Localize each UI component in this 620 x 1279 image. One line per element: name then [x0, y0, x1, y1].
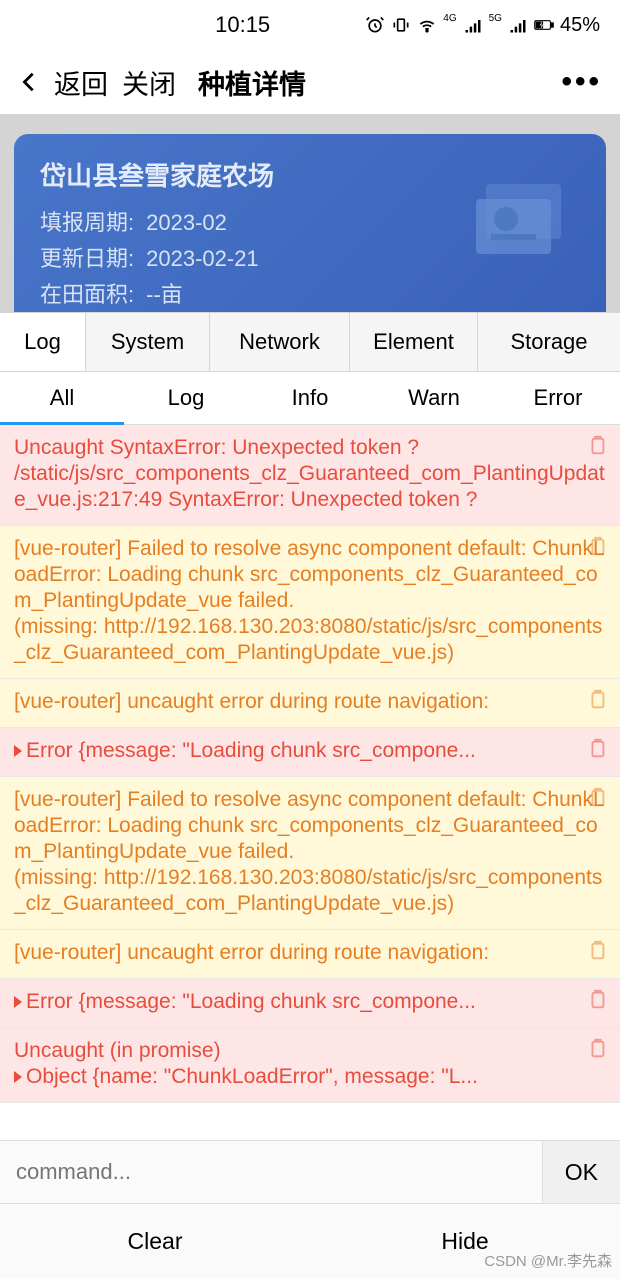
log-list[interactable]: Uncaught SyntaxError: Unexpected token ?… — [0, 425, 620, 1140]
card-illustration-icon — [456, 164, 586, 274]
clipboard-icon[interactable] — [586, 787, 608, 809]
main-tabs: Log System Network Element Storage — [0, 312, 620, 372]
log-entry[interactable]: [vue-router] Failed to resolve async com… — [0, 777, 620, 930]
log-text: [vue-router] Failed to resolve async com… — [14, 788, 605, 915]
log-text: Uncaught (in promise) — [14, 1039, 221, 1062]
log-text: [vue-router] Failed to resolve async com… — [14, 537, 605, 664]
log-entry[interactable]: [vue-router] uncaught error during route… — [0, 679, 620, 728]
log-text: [vue-router] uncaught error during route… — [14, 941, 489, 964]
signal-icon-2 — [508, 15, 528, 35]
status-time: 10:15 — [20, 12, 365, 38]
clear-button[interactable]: Clear — [0, 1204, 310, 1279]
log-text: Object {name: "ChunkLoadError", message:… — [26, 1065, 478, 1088]
log-text: [vue-router] uncaught error during route… — [14, 690, 489, 713]
clipboard-icon[interactable] — [586, 435, 608, 457]
log-text: Error {message: "Loading chunk src_compo… — [26, 739, 476, 762]
command-row: OK — [0, 1140, 620, 1203]
subtab-error[interactable]: Error — [496, 372, 620, 424]
status-icons: 4G 5G 45% — [365, 14, 600, 37]
card-row: 在田面积:--亩 — [40, 277, 580, 313]
status-bar: 10:15 4G 5G 45% — [0, 0, 620, 50]
clipboard-icon[interactable] — [586, 1038, 608, 1060]
clipboard-icon[interactable] — [586, 940, 608, 962]
log-entry[interactable]: [vue-router] uncaught error during route… — [0, 930, 620, 979]
page-title: 种植详情 — [198, 63, 306, 102]
command-input[interactable] — [0, 1141, 542, 1203]
tab-system[interactable]: System — [86, 313, 210, 371]
watermark: CSDN @Mr.李先森 — [484, 1250, 612, 1271]
nav-back-label[interactable]: 返回 — [54, 63, 108, 102]
wifi-icon — [417, 15, 437, 35]
clipboard-icon[interactable] — [586, 738, 608, 760]
subtab-warn[interactable]: Warn — [372, 372, 496, 424]
log-text: Error {message: "Loading chunk src_compo… — [26, 990, 476, 1013]
devtools-panel: Log System Network Element Storage All L… — [0, 312, 620, 1279]
clipboard-icon[interactable] — [586, 989, 608, 1011]
battery-icon — [534, 15, 554, 35]
clipboard-icon[interactable] — [586, 536, 608, 558]
expand-arrow-icon[interactable] — [14, 996, 22, 1008]
clipboard-icon[interactable] — [586, 689, 608, 711]
battery-percent: 45% — [560, 14, 600, 37]
subtab-all[interactable]: All — [0, 372, 124, 424]
signal-icon — [463, 15, 483, 35]
nav-bar: 返回 关闭 种植详情 ••• — [0, 50, 620, 114]
log-entry[interactable]: Error {message: "Loading chunk src_compo… — [0, 728, 620, 777]
tab-log[interactable]: Log — [0, 313, 86, 371]
tab-storage[interactable]: Storage — [478, 313, 620, 371]
log-entry[interactable]: [vue-router] Failed to resolve async com… — [0, 526, 620, 679]
sub-tabs: All Log Info Warn Error — [0, 372, 620, 425]
subtab-info[interactable]: Info — [248, 372, 372, 424]
tab-element[interactable]: Element — [350, 313, 478, 371]
log-entry[interactable]: Uncaught (in promise) Object {name: "Chun… — [0, 1028, 620, 1103]
expand-arrow-icon[interactable] — [14, 1071, 22, 1083]
expand-arrow-icon[interactable] — [14, 745, 22, 757]
log-text: Uncaught SyntaxError: Unexpected token ?… — [14, 436, 605, 511]
log-entry[interactable]: Uncaught SyntaxError: Unexpected token ?… — [0, 425, 620, 526]
info-card: 岱山县叁雪家庭农场 填报周期:2023-02 更新日期:2023-02-21 在… — [14, 134, 606, 335]
chevron-left-icon[interactable] — [18, 71, 40, 93]
alarm-icon — [365, 15, 385, 35]
more-icon[interactable]: ••• — [561, 65, 602, 99]
ok-button[interactable]: OK — [542, 1141, 620, 1203]
log-entry[interactable]: Error {message: "Loading chunk src_compo… — [0, 979, 620, 1028]
nav-close-label[interactable]: 关闭 — [122, 63, 176, 102]
tab-network[interactable]: Network — [210, 313, 350, 371]
subtab-log[interactable]: Log — [124, 372, 248, 424]
vibrate-icon — [391, 15, 411, 35]
